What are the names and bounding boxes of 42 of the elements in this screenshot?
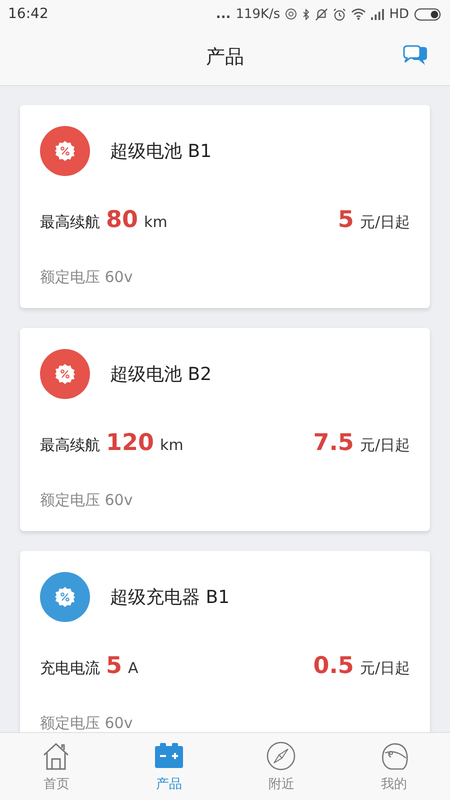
product-name: 超级电池 B1	[110, 140, 212, 163]
wifi-icon	[351, 8, 366, 20]
bluetooth-icon	[302, 8, 310, 20]
product-card[interactable]: 超级充电器 B1 充电电流 5 A 0.5 元/日起 额定电压 60v	[20, 551, 430, 732]
price-unit: 元/日起	[360, 213, 410, 232]
spec-value: 5	[106, 653, 122, 679]
signal-icon	[371, 8, 384, 20]
spec-unit: km	[144, 213, 168, 231]
product-name: 超级电池 B2	[110, 363, 212, 386]
network-type: HD	[389, 6, 409, 22]
rated-voltage: 额定电压 60v	[40, 490, 134, 511]
battery-icon	[154, 740, 184, 770]
product-card[interactable]: 超级电池 B2 最高续航 120 km 7.5 元/日起 额定电压 60v	[20, 328, 430, 531]
rated-voltage: 额定电压 60v	[40, 713, 134, 732]
nav-tab[interactable]: 我的	[338, 733, 450, 800]
spec-unit: A	[128, 659, 138, 677]
page-title: 产品	[206, 44, 244, 70]
network-speed: 119K/s	[236, 6, 280, 22]
battery-status-icon	[414, 8, 442, 20]
rated-voltage: 额定电压 60v	[40, 267, 134, 288]
compass-icon	[266, 740, 296, 770]
product-name: 超级充电器 B1	[110, 586, 230, 609]
spec-value: 80	[106, 207, 138, 233]
price-value: 5	[338, 207, 354, 233]
spec-unit: km	[160, 436, 184, 454]
price-value: 7.5	[313, 430, 354, 456]
nav-tab[interactable]: 首页	[0, 733, 112, 800]
more-dots: ...	[216, 6, 231, 22]
nav-tab[interactable]: 产品	[112, 733, 225, 800]
price-unit: 元/日起	[360, 436, 410, 455]
spec-value: 120	[106, 430, 154, 456]
alarm-icon	[333, 8, 346, 20]
spec-label: 最高续航	[40, 436, 100, 455]
spec-label: 最高续航	[40, 213, 100, 232]
house-icon	[41, 740, 72, 770]
product-card[interactable]: 超级电池 B1 最高续航 80 km 5 元/日起 额定电压 60v	[20, 105, 430, 308]
mute-bell-icon	[315, 8, 328, 20]
status-time: 16:42	[8, 6, 48, 22]
price-unit: 元/日起	[360, 659, 410, 678]
spec-label: 充电电流	[40, 659, 100, 678]
nav-tab[interactable]: 附近	[225, 733, 338, 800]
price-value: 0.5	[313, 653, 354, 679]
